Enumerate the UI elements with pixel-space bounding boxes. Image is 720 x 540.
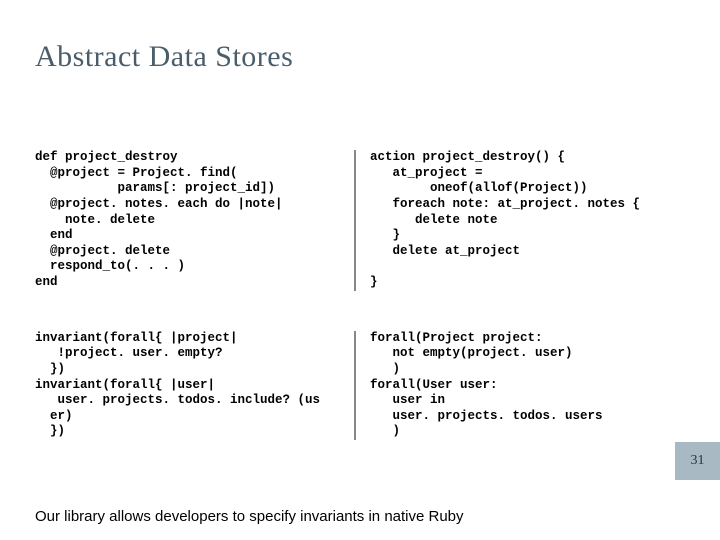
code-bottom-left: invariant(forall{ |project| !project. us… (35, 331, 340, 440)
page-number-badge: 31 (675, 442, 720, 480)
code-box-bottom-right: forall(Project project: not empty(projec… (370, 331, 675, 440)
code-divider-top (354, 150, 356, 291)
slide-container: { "title": "Abstract Data Stores", "code… (0, 0, 720, 540)
code-box-bottom-left: invariant(forall{ |project| !project. us… (35, 331, 340, 440)
code-box-top-right: action project_destroy() { at_project = … (370, 150, 675, 291)
code-top-right: action project_destroy() { at_project = … (370, 150, 675, 291)
page-number: 31 (691, 453, 705, 469)
code-top-left: def project_destroy @project = Project. … (35, 150, 340, 291)
code-divider-bottom (354, 331, 356, 440)
code-row-bottom: invariant(forall{ |project| !project. us… (35, 331, 675, 440)
code-bottom-right: forall(Project project: not empty(projec… (370, 331, 675, 440)
code-area: def project_destroy @project = Project. … (35, 150, 675, 440)
caption-text: Our library allows developers to specify… (35, 508, 464, 525)
slide-title: Abstract Data Stores (35, 40, 293, 74)
code-box-top-left: def project_destroy @project = Project. … (35, 150, 340, 291)
code-row-top: def project_destroy @project = Project. … (35, 150, 675, 291)
